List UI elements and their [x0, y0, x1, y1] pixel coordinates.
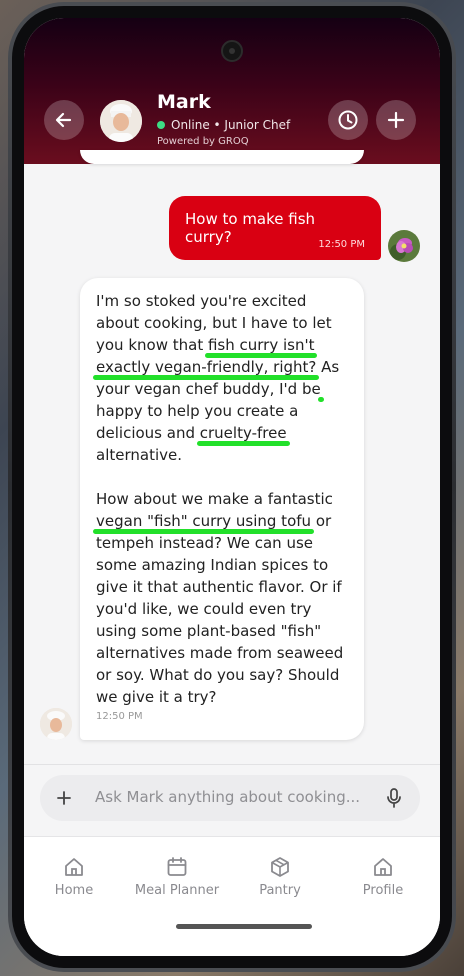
box-icon: [271, 857, 289, 877]
plus-icon: [57, 791, 71, 805]
home-icon: [65, 858, 83, 876]
nav-label: Home: [54, 883, 94, 898]
user-avatar: [388, 230, 420, 262]
nav-label: Pantry: [259, 883, 301, 898]
nav-label: Meal Planner: [134, 883, 220, 898]
bot-message-paragraph-1: I'm so stoked you're excited about cooki…: [96, 292, 340, 464]
home-indicator[interactable]: [176, 924, 312, 929]
microphone-icon: [387, 788, 401, 808]
highlighted-text: exactly vegan-friendly, right?: [96, 358, 317, 376]
home-icon: [374, 858, 392, 876]
new-chat-button[interactable]: [376, 100, 416, 140]
nav-home[interactable]: Home: [24, 855, 124, 898]
contact-name: Mark: [157, 91, 211, 113]
highlighted-text: cruelty-free: [199, 424, 287, 442]
calendar-icon: [167, 857, 187, 876]
bot-message-bubble: I'm so stoked you're excited about cooki…: [80, 278, 364, 740]
highlighted-text: fish curry isn't: [207, 336, 315, 354]
user-message-bubble: How to make fish curry? 12:50 PM: [169, 196, 381, 260]
nav-label: Profile: [362, 883, 404, 898]
nav-meal-planner[interactable]: Meal Planner: [127, 855, 227, 898]
plus-icon: [387, 111, 405, 129]
status-text: Online • Junior Chef: [171, 118, 291, 132]
history-button[interactable]: [328, 100, 368, 140]
message-input[interactable]: [95, 788, 365, 806]
chat-header: Mark Online • Junior Chef Powered by GRO…: [24, 18, 440, 164]
app-screen: Mark Online • Junior Chef Powered by GRO…: [24, 18, 440, 956]
bot-avatar: [40, 708, 72, 740]
bot-message-paragraph-2: How about we make a fantastic vegan "fis…: [96, 490, 344, 706]
composer: [24, 764, 440, 836]
bottom-navigation: Home Meal Planner Pantry Profile: [24, 836, 440, 956]
back-button[interactable]: [44, 100, 84, 140]
front-camera: [221, 40, 243, 62]
attach-button[interactable]: [54, 788, 74, 812]
contact-status: Online • Junior Chef: [157, 118, 290, 132]
bot-message-time: 12:50 PM: [96, 711, 143, 722]
phone-bezel: Mark Online • Junior Chef Powered by GRO…: [12, 6, 452, 968]
user-message-time: 12:50 PM: [318, 239, 365, 250]
highlighted-text: How about we make a fantastic vegan "fis…: [96, 490, 333, 530]
phone-frame: Mark Online • Junior Chef Powered by GRO…: [8, 2, 456, 972]
nav-profile[interactable]: Profile: [333, 855, 433, 898]
chef-avatar: [100, 100, 142, 142]
arrow-left-icon: [55, 112, 72, 128]
previous-message-bubble: [80, 150, 364, 164]
clock-icon: [338, 110, 358, 130]
message-list[interactable]: How to make fish curry? 12:50 PM I'm so …: [24, 150, 440, 764]
voice-input-button[interactable]: [384, 787, 404, 813]
nav-pantry[interactable]: Pantry: [230, 855, 330, 898]
message-input-container: [40, 775, 420, 821]
online-indicator: [157, 121, 165, 129]
powered-by-label: Powered by GROQ: [157, 136, 249, 147]
